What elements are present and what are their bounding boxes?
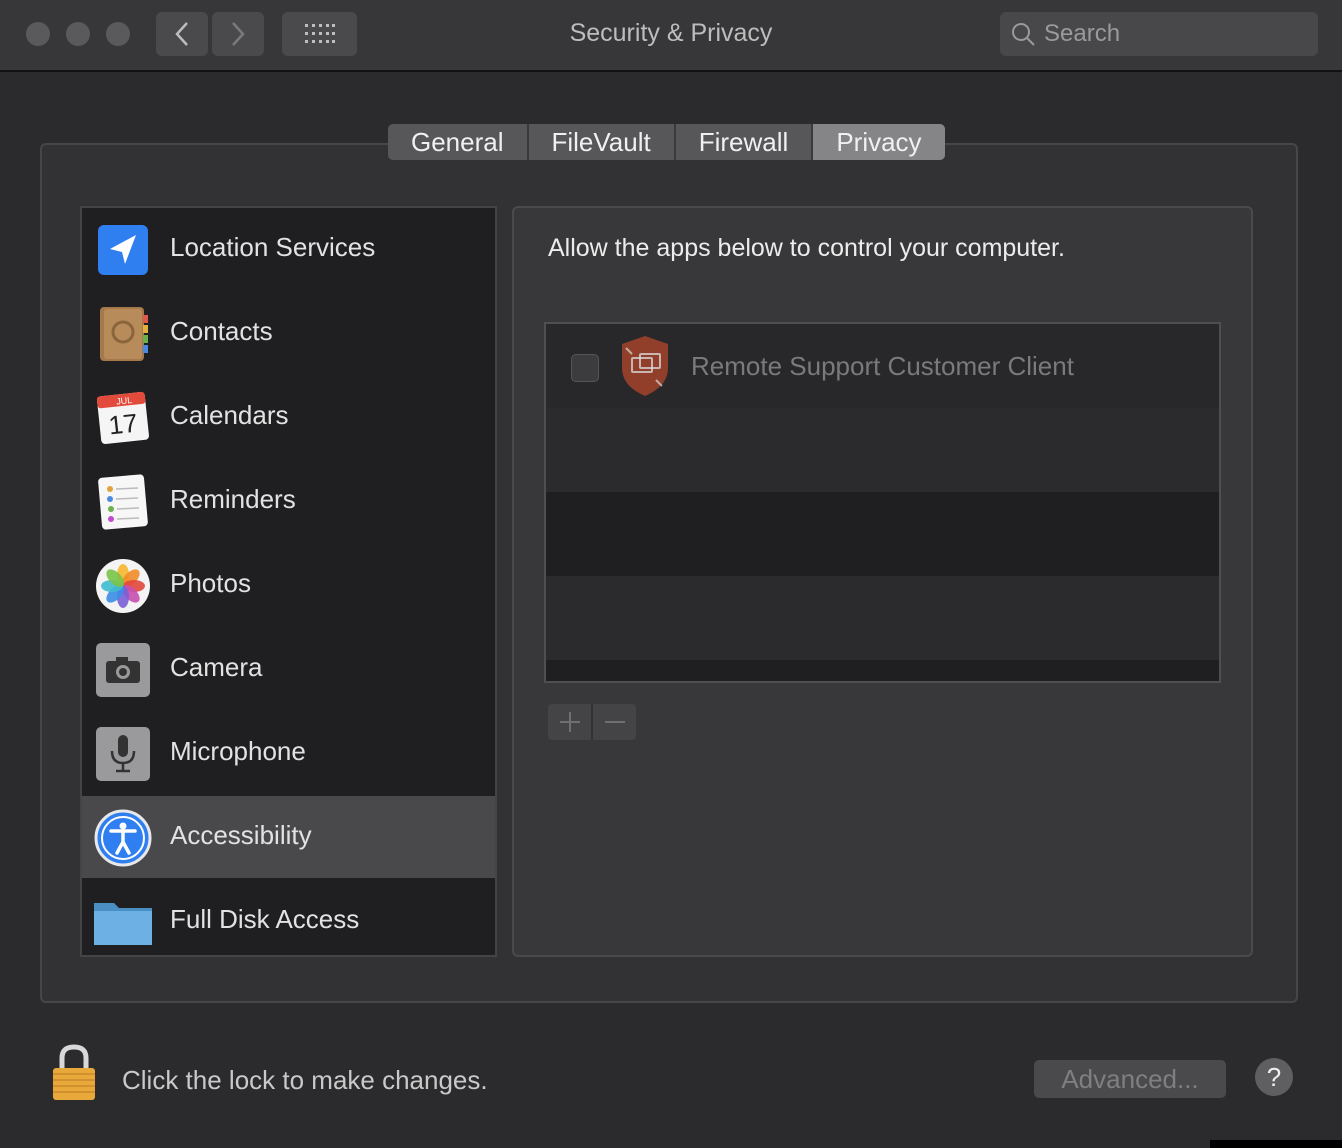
location-icon — [98, 225, 148, 275]
tab-general[interactable]: General — [388, 124, 529, 160]
title-bar: Security & Privacy Search — [0, 0, 1342, 72]
sidebar-item-label: Contacts — [170, 316, 273, 346]
sidebar-item-photos[interactable]: Photos — [82, 544, 495, 626]
add-app-button[interactable] — [548, 704, 593, 740]
microphone-icon — [96, 727, 150, 781]
search-field[interactable]: Search — [1000, 12, 1318, 56]
search-icon — [1012, 23, 1035, 46]
calendar-icon: JUL 17 — [96, 391, 149, 444]
calendar-day: 17 — [107, 408, 139, 441]
tab-bar: General FileVault Firewall Privacy — [388, 124, 945, 160]
app-list: Remote Support Customer Client — [544, 322, 1221, 683]
calendar-month: JUL — [116, 395, 133, 407]
camera-icon — [96, 643, 150, 697]
search-placeholder: Search — [1044, 20, 1121, 47]
sidebar-item-full-disk-access[interactable]: Full Disk Access — [82, 880, 495, 962]
folder-icon — [94, 903, 152, 945]
plus-icon — [559, 712, 580, 732]
lock-icon[interactable] — [50, 1044, 98, 1102]
sidebar-item-label: Reminders — [170, 484, 296, 514]
minus-icon — [604, 721, 625, 723]
sidebar-item-location-services[interactable]: Location Services — [82, 208, 495, 290]
sidebar-item-microphone[interactable]: Microphone — [82, 712, 495, 794]
add-remove-control — [548, 704, 636, 740]
app-checkbox[interactable] — [571, 354, 599, 382]
privacy-category-list: Location Services Contacts JUL 17 Calend… — [80, 206, 497, 957]
accessibility-icon — [94, 809, 152, 867]
sidebar-item-label: Photos — [170, 568, 251, 598]
app-name: Remote Support Customer Client — [691, 351, 1074, 381]
advanced-button[interactable]: Advanced... — [1034, 1060, 1226, 1098]
contacts-icon — [100, 307, 148, 361]
photos-icon — [96, 559, 150, 613]
sidebar-item-label: Microphone — [170, 736, 306, 766]
sidebar-item-label: Camera — [170, 652, 263, 682]
sidebar-item-contacts[interactable]: Contacts — [82, 292, 495, 374]
empty-row — [546, 408, 1219, 492]
tab-firewall[interactable]: Firewall — [676, 124, 814, 160]
empty-row — [546, 576, 1219, 660]
reminders-icon — [98, 474, 148, 530]
lock-status-text: Click the lock to make changes. — [122, 1065, 488, 1095]
sidebar-item-label: Location Services — [170, 232, 376, 262]
sidebar-item-camera[interactable]: Camera — [82, 628, 495, 710]
pane-heading: Allow the apps below to control your com… — [548, 234, 1065, 262]
tab-filevault[interactable]: FileVault — [529, 124, 676, 160]
window-edge — [1210, 1140, 1342, 1148]
sidebar-item-calendars[interactable]: JUL 17 Calendars — [82, 376, 495, 458]
empty-row — [546, 492, 1219, 576]
sidebar-item-reminders[interactable]: Reminders — [82, 460, 495, 542]
sidebar-item-label: Full Disk Access — [170, 904, 360, 934]
help-button[interactable]: ? — [1255, 1058, 1293, 1096]
sidebar-item-label: Calendars — [170, 400, 289, 430]
sidebar-item-label: Accessibility — [170, 820, 312, 850]
app-row[interactable]: Remote Support Customer Client — [546, 324, 1219, 408]
tab-privacy[interactable]: Privacy — [813, 124, 945, 160]
sidebar-item-accessibility[interactable]: Accessibility — [82, 796, 495, 878]
remove-app-button[interactable] — [593, 704, 636, 740]
remote-support-icon — [622, 336, 668, 396]
